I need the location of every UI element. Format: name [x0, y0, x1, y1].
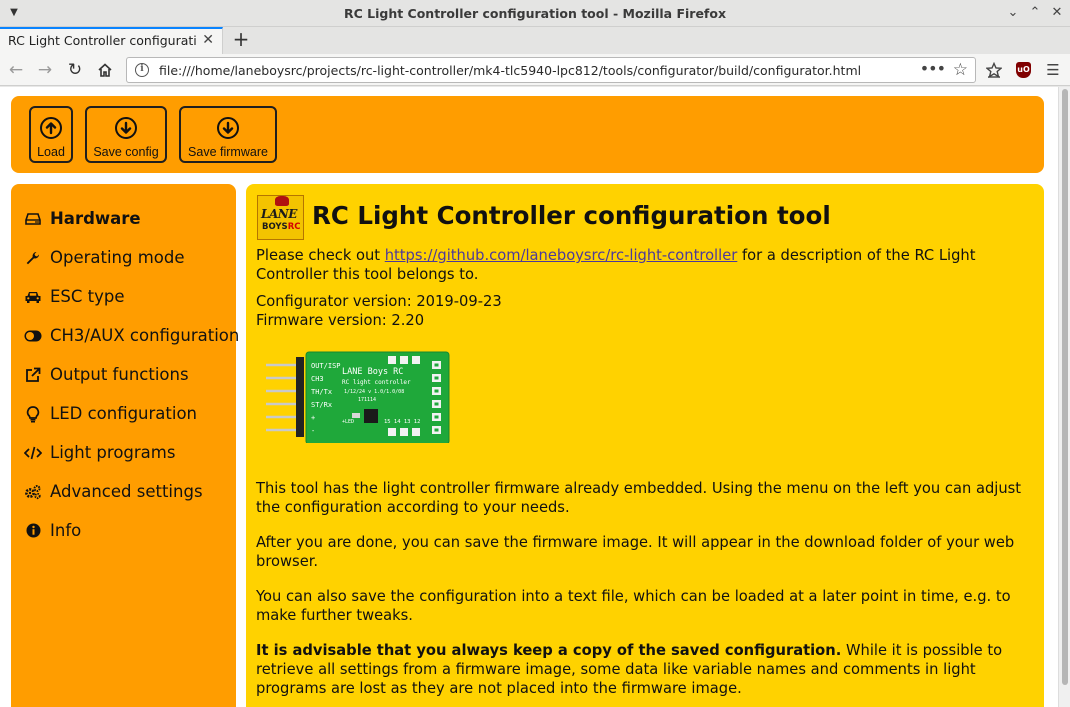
- board-label-ch3: CH3: [311, 375, 324, 383]
- paragraph-save-firmware: After you are done, you can save the fir…: [256, 534, 1015, 570]
- sidebar-item-label: LED configuration: [50, 404, 198, 423]
- minimize-icon[interactable]: ⌄: [1004, 4, 1022, 22]
- configurator-version: Configurator version: 2019-09-23: [256, 293, 502, 310]
- board-date: 171114: [358, 397, 376, 403]
- load-label: Load: [37, 145, 65, 159]
- maximize-icon[interactable]: ⌃: [1026, 4, 1044, 22]
- page-viewport: Load Save config Save firmware Hardware: [0, 87, 1070, 707]
- save-config-button[interactable]: Save config: [85, 106, 167, 163]
- board-label-out-isp: OUT/ISP: [311, 362, 341, 370]
- intro-text-before: Please check out: [256, 247, 385, 264]
- sidebar-menu: Hardware Operating mode ESC type CH3/AUX…: [11, 184, 240, 707]
- hamburger-menu-icon[interactable]: ☰: [1043, 60, 1063, 80]
- forward-icon[interactable]: →: [34, 59, 56, 81]
- advice-bold: It is advisable that you always keep a c…: [256, 642, 842, 659]
- cogs-icon: [24, 483, 42, 501]
- sidebar-item-label: Output functions: [50, 365, 189, 384]
- info-circle-icon: [24, 522, 42, 540]
- sidebar-item-esc-type[interactable]: ESC type: [11, 281, 236, 313]
- ublock-icon[interactable]: uO: [1016, 62, 1031, 78]
- sidebar-item-hardware[interactable]: Hardware: [11, 203, 236, 235]
- back-icon[interactable]: ←: [5, 59, 27, 81]
- scrollbar-thumb[interactable]: [1062, 89, 1068, 685]
- tab-strip: RC Light Controller configuration t ✕ +: [0, 27, 1070, 54]
- external-link-icon: [24, 366, 42, 384]
- sidebar-item-label: ESC type: [50, 287, 125, 306]
- sidebar-item-light-programs[interactable]: Light programs: [11, 437, 236, 469]
- logo-lane-text: LANE: [261, 207, 297, 221]
- address-bar[interactable]: i file:///home/laneboysrc/projects/rc-li…: [126, 57, 976, 83]
- save-firmware-label: Save firmware: [188, 145, 268, 159]
- laneboys-logo: LANE BOYSRC: [257, 195, 304, 240]
- board-label-plus: +: [311, 414, 315, 422]
- car-icon: [24, 288, 42, 306]
- site-info-icon[interactable]: i: [135, 63, 149, 77]
- tab-label: RC Light Controller configuration t: [8, 33, 196, 48]
- sidebar-item-label: Advanced settings: [50, 482, 203, 501]
- sidebar-item-led-configuration[interactable]: LED configuration: [11, 398, 236, 430]
- controller-board-image: OUT/ISP CH3 TH/Tx ST/Rx + - LANE Boys RC…: [266, 351, 450, 443]
- board-model: 1/12/24 v 1.0/1.0/08: [344, 389, 404, 395]
- page-actions-icon[interactable]: •••: [920, 59, 946, 78]
- close-icon[interactable]: ✕: [202, 32, 214, 48]
- github-link[interactable]: https://github.com/laneboysrc/rc-light-c…: [385, 247, 738, 264]
- paragraph-save-config: You can also save the configuration into…: [256, 588, 1011, 624]
- page-title: RC Light Controller configuration tool: [312, 201, 831, 230]
- action-toolbar: Load Save config Save firmware: [11, 96, 1044, 173]
- toggle-icon: [24, 327, 42, 345]
- sidebar-item-label: Info: [50, 521, 82, 540]
- arrow-up-circle-icon: [40, 117, 62, 139]
- page-scrollbar[interactable]: [1058, 87, 1070, 707]
- board-label-th-tx: TH/Tx: [311, 388, 332, 396]
- logo-rc-text: RC: [287, 222, 301, 232]
- paragraph-embedded: This tool has the light controller firmw…: [256, 480, 1022, 516]
- logo-boys-text: BOYS: [262, 222, 288, 232]
- wrench-icon: [24, 249, 42, 267]
- board-label-minus: -: [311, 427, 315, 435]
- sidebar-item-label: Light programs: [50, 443, 176, 462]
- save-config-label: Save config: [93, 145, 159, 159]
- sidebar-item-ch3-aux[interactable]: CH3/AUX configuration: [11, 320, 240, 352]
- bookmark-star-icon[interactable]: ☆: [953, 60, 968, 80]
- library-icon[interactable]: [984, 60, 1004, 80]
- sidebar-item-label: CH3/AUX configuration: [50, 326, 240, 345]
- arrow-down-circle-icon: [115, 117, 137, 139]
- window-titlebar: ▼ RC Light Controller configuration tool…: [0, 0, 1070, 27]
- home-icon[interactable]: [94, 59, 116, 81]
- sidebar-item-info[interactable]: Info: [11, 515, 236, 547]
- navigation-toolbar: ← → ↻ i file:///home/laneboysrc/projects…: [0, 54, 1070, 86]
- board-title: LANE Boys RC: [342, 367, 403, 377]
- tab-configurator[interactable]: RC Light Controller configuration t ✕: [0, 27, 223, 54]
- reload-icon[interactable]: ↻: [64, 59, 86, 81]
- sidebar-item-advanced-settings[interactable]: Advanced settings: [11, 476, 236, 508]
- load-button[interactable]: Load: [29, 106, 73, 163]
- sidebar-item-operating-mode[interactable]: Operating mode: [11, 242, 236, 274]
- lightbulb-icon: [24, 405, 42, 423]
- sidebar-item-label: Operating mode: [50, 248, 185, 267]
- arrow-down-circle-icon: [217, 117, 239, 139]
- board-subtitle: RC light controller: [342, 379, 411, 386]
- board-label-st-rx: ST/Rx: [311, 401, 332, 409]
- new-tab-icon[interactable]: +: [230, 28, 252, 50]
- version-info: Configurator version: 2019-09-23 Firmwar…: [256, 292, 1036, 330]
- sidebar-item-label: Hardware: [50, 209, 141, 228]
- board-pins-label: 15 14 13 12: [384, 419, 420, 425]
- hdd-icon: [24, 210, 42, 228]
- paragraph-advice: It is advisable that you always keep a c…: [256, 641, 1036, 698]
- close-window-icon[interactable]: ✕: [1048, 4, 1066, 22]
- url-text: file:///home/laneboysrc/projects/rc-ligh…: [159, 63, 862, 78]
- code-icon: [23, 444, 43, 462]
- intro-paragraph: Please check out https://github.com/lane…: [256, 246, 1036, 284]
- save-firmware-button[interactable]: Save firmware: [179, 106, 277, 163]
- firmware-version: Firmware version: 2.20: [256, 312, 425, 329]
- sidebar-item-output-functions[interactable]: Output functions: [11, 359, 236, 391]
- board-led-label: +LED: [342, 419, 354, 425]
- main-content: LANE BOYSRC RC Light Controller configur…: [246, 184, 1044, 707]
- window-title: RC Light Controller configuration tool -…: [343, 6, 727, 21]
